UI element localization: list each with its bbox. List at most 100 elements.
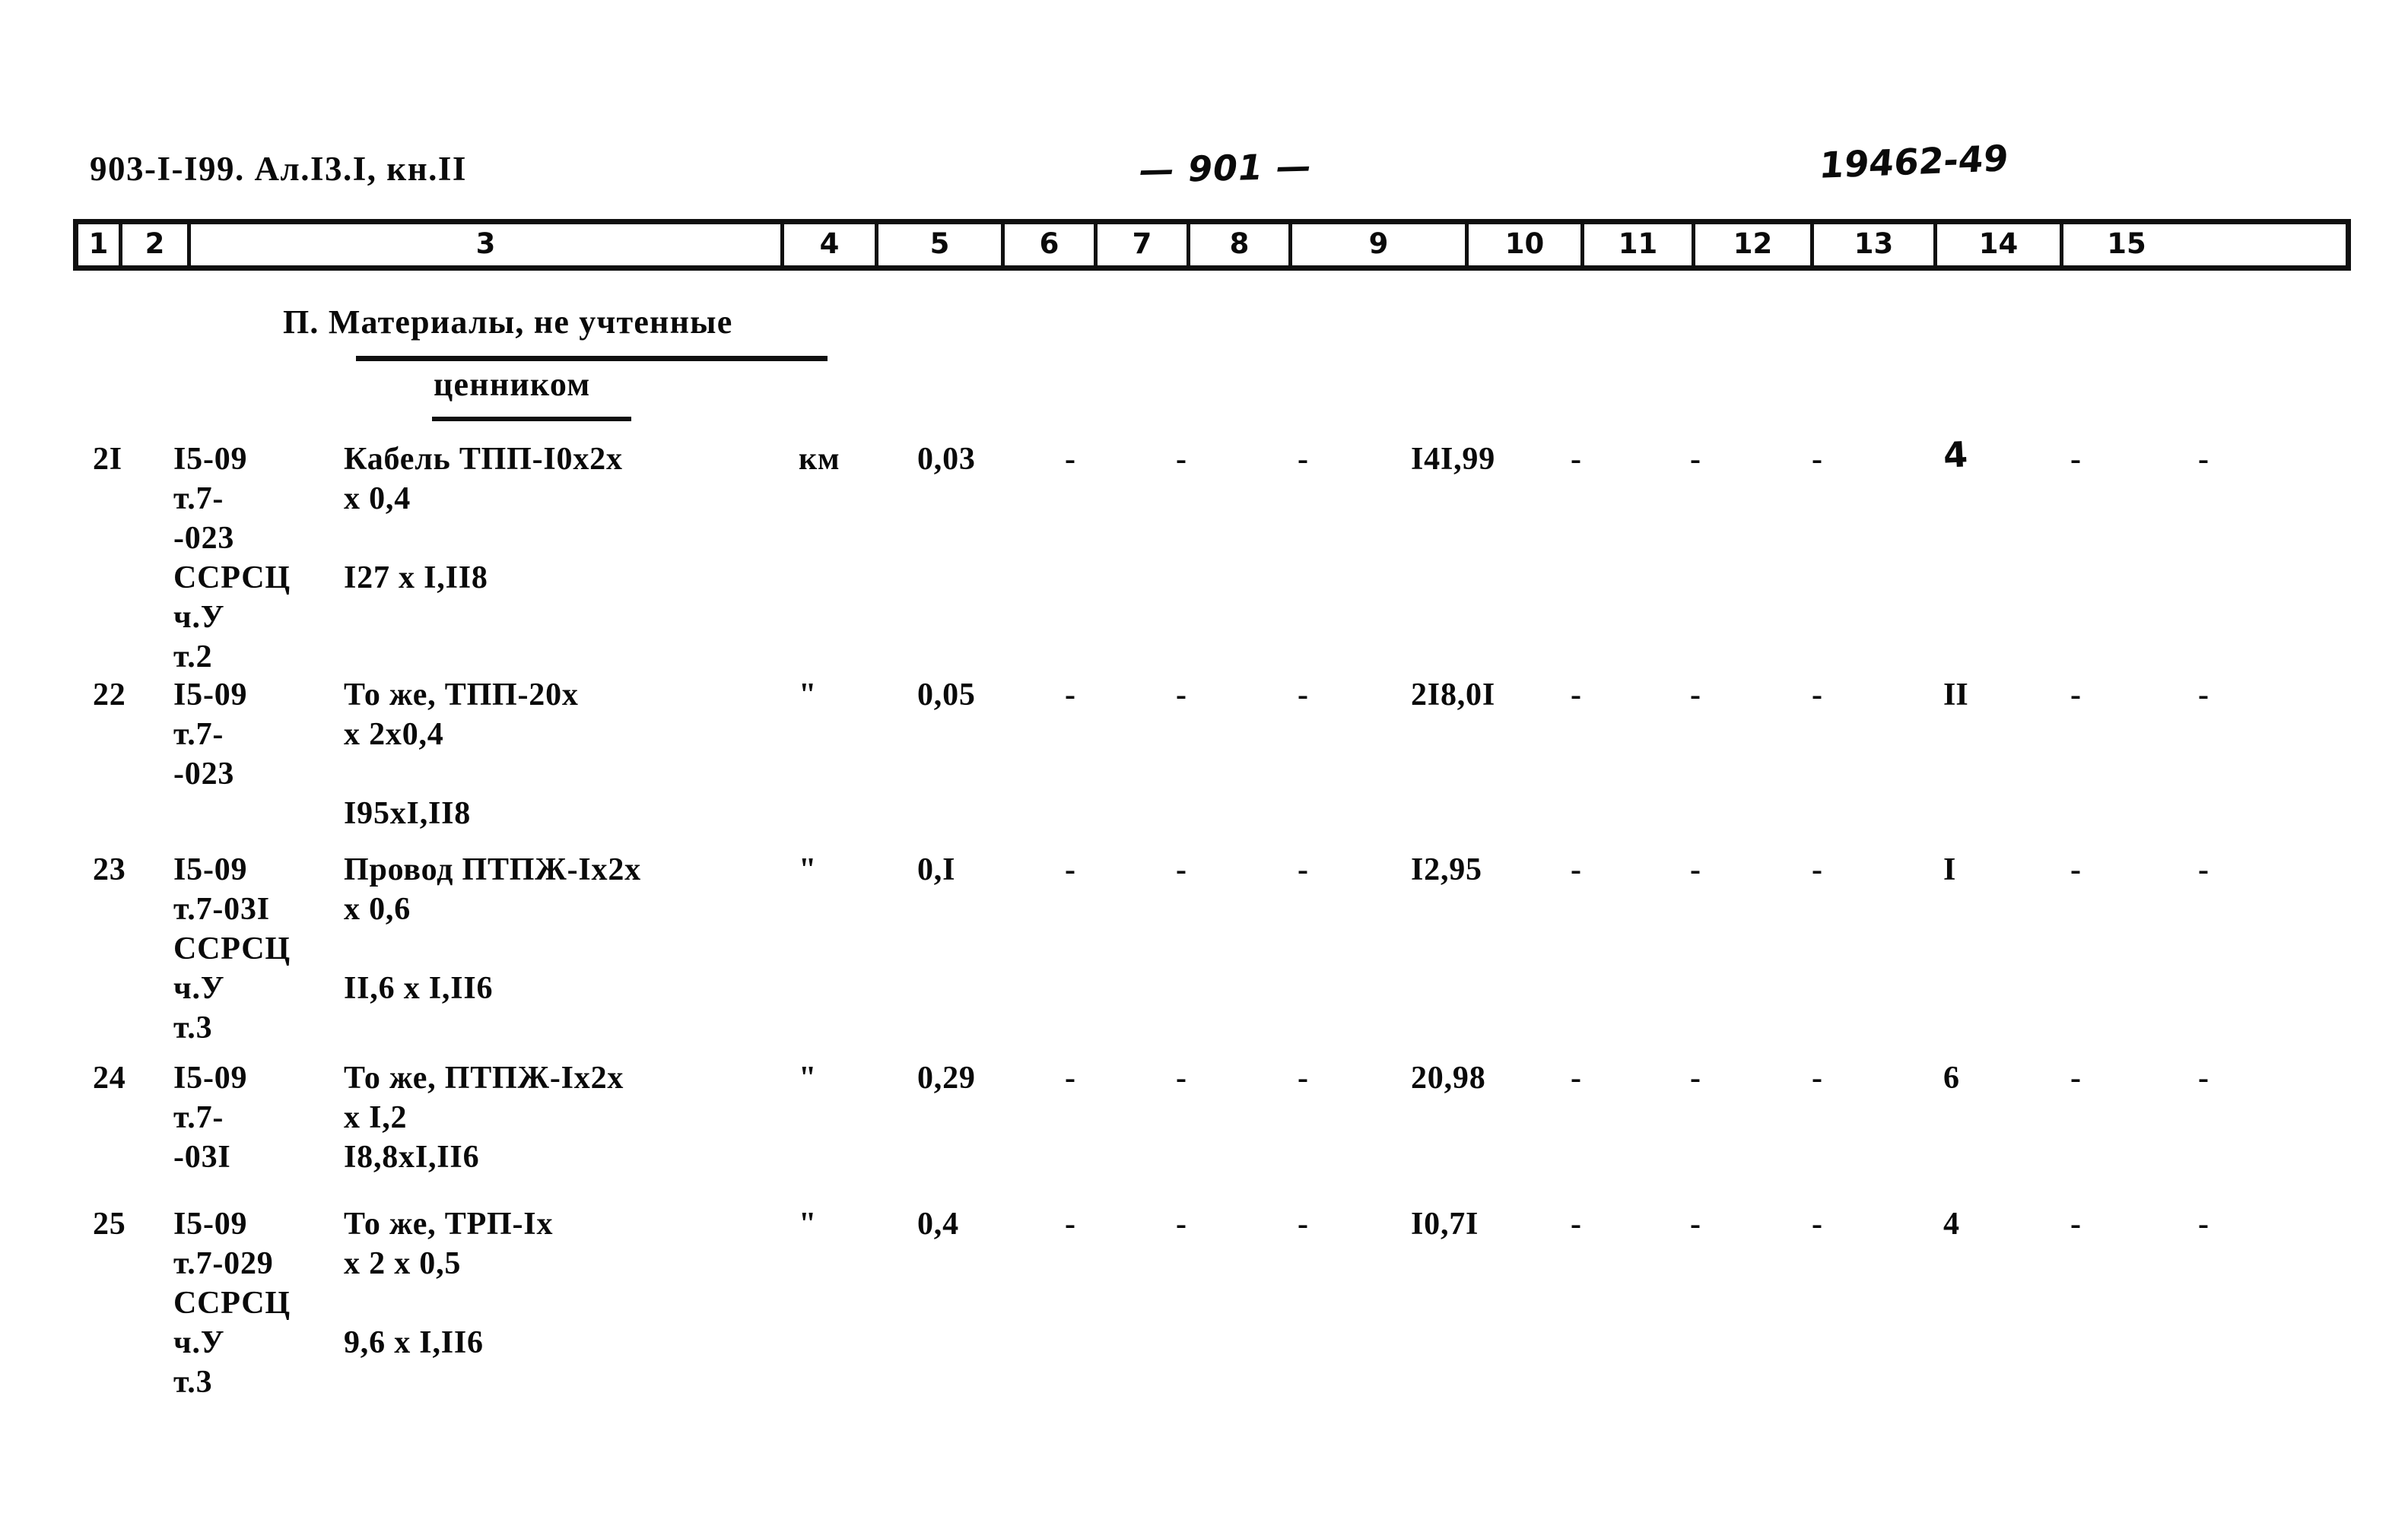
row-c15-dash: -	[2198, 442, 2209, 477]
row-c8-dash: -	[1298, 677, 1308, 712]
column-number-strip: 1 2 3 4 5 6 7 8 9 10 11 12 13 14 15	[73, 219, 2351, 271]
row-c10-dash: -	[1571, 442, 1581, 477]
row-name-line: I95xI,II8	[344, 796, 472, 831]
row-c13-value: 4	[1942, 433, 1969, 476]
row-c15-dash: -	[2198, 677, 2209, 712]
row-quantity: 0,03	[917, 442, 976, 477]
row-code-line: -023	[173, 521, 235, 556]
row-c13-value: I	[1943, 852, 1956, 887]
row-code-line: -023	[173, 757, 235, 792]
row-position-number: 25	[93, 1207, 126, 1242]
row-c11-dash: -	[1690, 1207, 1701, 1242]
row-code-line: т.2	[173, 639, 213, 674]
row-c6-dash: -	[1065, 1061, 1075, 1096]
row-c12-dash: -	[1812, 442, 1822, 477]
row-code-line: т.7-	[173, 481, 224, 516]
column-number-15: 15	[2107, 227, 2146, 260]
row-unit: "	[799, 1061, 818, 1096]
row-name-line: x 0,6	[344, 892, 411, 927]
row-c6-dash: -	[1065, 852, 1075, 887]
row-code-line: т.3	[173, 1365, 213, 1400]
row-c7-dash: -	[1176, 442, 1187, 477]
row-code-line: I5-09	[173, 677, 248, 712]
row-c11-dash: -	[1690, 1061, 1701, 1096]
row-c15-dash: -	[2198, 852, 2209, 887]
column-number-13: 13	[1814, 224, 1937, 265]
row-name-line: II,6 x I,II6	[344, 971, 494, 1006]
row-c11-dash: -	[1690, 677, 1701, 712]
row-quantity: 0,29	[917, 1061, 976, 1096]
row-c14-dash: -	[2070, 1207, 2081, 1242]
row-c8-dash: -	[1298, 1061, 1308, 1096]
column-number-8: 8	[1190, 224, 1292, 265]
row-code-line: ч.У	[173, 971, 225, 1006]
row-name-line: То же, ТРП-Ix	[344, 1207, 554, 1242]
row-quantity: 0,I	[917, 852, 956, 887]
row-c8-dash: -	[1298, 1207, 1308, 1242]
row-price: I4I,99	[1411, 442, 1495, 477]
row-position-number: 24	[93, 1061, 126, 1096]
row-code-line: -03I	[173, 1140, 231, 1175]
row-price: 20,98	[1411, 1061, 1486, 1096]
section-underline-1	[356, 356, 828, 361]
row-c7-dash: -	[1176, 852, 1187, 887]
row-quantity: 0,4	[917, 1207, 959, 1242]
column-number-11: 11	[1584, 224, 1695, 265]
row-name-line: x 2 x 0,5	[344, 1246, 462, 1281]
row-c15-dash: -	[2198, 1061, 2209, 1096]
column-number-12: 12	[1695, 224, 1814, 265]
row-c6-dash: -	[1065, 442, 1075, 477]
column-number-4: 4	[784, 224, 878, 265]
page-number: — 901 —	[1139, 145, 1313, 191]
row-unit: "	[799, 1207, 818, 1242]
scanned-document-page: 903-I-I99. Ал.I3.I, кн.II — 901 — 19462-…	[0, 0, 2408, 1526]
column-number-14: 14	[1937, 224, 2063, 265]
row-code-line: I5-09	[173, 1207, 248, 1242]
row-c12-dash: -	[1812, 1207, 1822, 1242]
row-c13-value: II	[1943, 677, 1968, 712]
column-number-10: 10	[1469, 224, 1584, 265]
column-number-1: 1	[78, 224, 122, 265]
row-c14-dash: -	[2070, 442, 2081, 477]
column-number-6: 6	[1005, 224, 1098, 265]
row-name-line: x 0,4	[344, 481, 411, 516]
row-c13-value: 4	[1943, 1207, 1959, 1242]
row-position-number: 22	[93, 677, 126, 712]
row-code-line: ч.У	[173, 1325, 225, 1360]
row-c10-dash: -	[1571, 1061, 1581, 1096]
column-number-3: 3	[191, 224, 784, 265]
row-price: I2,95	[1411, 852, 1482, 887]
document-code: 903-I-I99. Ал.I3.I, кн.II	[90, 150, 467, 188]
archive-stamp: 19462-49	[1817, 138, 2010, 187]
row-c11-dash: -	[1690, 442, 1701, 477]
row-code-line: т.7-	[173, 1100, 224, 1135]
row-name-line: x I,2	[344, 1100, 408, 1135]
row-name-line: I27 x I,II8	[344, 560, 488, 595]
document-header: 903-I-I99. Ал.I3.I, кн.II — 901 — 19462-…	[0, 138, 2408, 202]
row-c14-dash: -	[2070, 677, 2081, 712]
row-c10-dash: -	[1571, 852, 1581, 887]
row-code-line: ч.У	[173, 600, 225, 635]
row-c10-dash: -	[1571, 1207, 1581, 1242]
row-c14-dash: -	[2070, 852, 2081, 887]
row-position-number: 2I	[93, 442, 122, 477]
section-title-line-2: ценником	[434, 366, 591, 403]
row-c6-dash: -	[1065, 677, 1075, 712]
row-name-line: 9,6 x I,II6	[344, 1325, 484, 1360]
row-c8-dash: -	[1298, 852, 1308, 887]
row-c11-dash: -	[1690, 852, 1701, 887]
column-number-2: 2	[122, 224, 191, 265]
row-c13-value: 6	[1943, 1061, 1959, 1096]
column-number-5: 5	[878, 224, 1005, 265]
row-name-line: I8,8xI,II6	[344, 1140, 480, 1175]
row-name-line: x 2x0,4	[344, 717, 444, 752]
row-name-line: То же, ТПП-20x	[344, 677, 579, 712]
row-price: I0,7I	[1411, 1207, 1479, 1242]
row-code-line: т.7-029	[173, 1246, 274, 1281]
row-code-line: т.7-03I	[173, 892, 270, 927]
row-unit: "	[799, 852, 818, 887]
row-c8-dash: -	[1298, 442, 1308, 477]
row-code-line: I5-09	[173, 852, 248, 887]
section-title-line-1: П. Материалы, не учтенные	[283, 303, 733, 341]
row-c12-dash: -	[1812, 852, 1822, 887]
